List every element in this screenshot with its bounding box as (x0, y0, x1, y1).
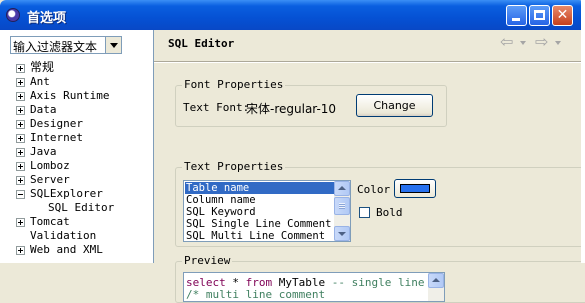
font-properties-group: Font Properties Text Font: 宋体-regular-10… (175, 78, 447, 127)
preview-legend: Preview (182, 254, 233, 267)
text-element-item[interactable]: Table name (185, 182, 334, 194)
eclipse-icon (6, 8, 20, 22)
collapse-minus-icon[interactable] (16, 190, 25, 199)
preview-scroll-up-icon[interactable] (428, 273, 444, 288)
preference-tree-panel: 输入过滤器文本 常规 Ant Axis Runtime Data Designer Int… (0, 30, 154, 263)
expand-plus-icon[interactable] (16, 64, 25, 73)
maximize-icon (534, 10, 545, 20)
page-title: SQL Editor (168, 37, 235, 50)
text-properties-legend: Text Properties (182, 160, 286, 173)
scroll-down-icon[interactable] (334, 226, 350, 241)
tree-item-label: Axis Runtime (30, 89, 110, 102)
title-bar[interactable]: 首选项 ✕ (0, 0, 585, 30)
tree-item-label: SQL Editor (48, 201, 115, 214)
preview-line-2: /* multi line comment (186, 288, 326, 301)
text-font-label: Text Font: (183, 101, 250, 114)
sql-text: * (225, 276, 246, 289)
tree-item-label: Web and XML (30, 243, 103, 256)
bold-label: Bold (376, 206, 403, 219)
back-dropdown-icon[interactable] (520, 41, 526, 45)
tree-item-label: Server (30, 173, 70, 186)
expand-plus-icon[interactable] (16, 176, 25, 185)
list-scrollbar[interactable] (334, 181, 350, 241)
sql-keyword: from (245, 276, 273, 289)
preview-line-1: select * from MyTable -- single line com (186, 276, 444, 289)
bold-checkbox[interactable] (359, 207, 370, 218)
color-label: Color (357, 183, 391, 196)
filter-input[interactable]: 输入过滤器文本 (10, 36, 122, 54)
tree-item-label: Lomboz (30, 159, 70, 172)
preference-page: SQL Editor ⇦ ⇨ Font Properties Text Font… (154, 30, 585, 303)
tree-item-label: Validation (30, 229, 97, 242)
close-icon: ✕ (556, 7, 569, 23)
change-font-button[interactable]: Change (356, 94, 433, 117)
tree-item-label: Tomcat (30, 215, 70, 228)
expand-plus-icon[interactable] (16, 134, 25, 143)
back-arrow-icon[interactable]: ⇦ (500, 34, 516, 50)
tree-item-label: SQLExplorer (30, 187, 103, 200)
preview-editor[interactable]: select * from MyTable -- single line com… (183, 272, 445, 302)
tree-item-label: Designer (30, 117, 83, 130)
text-element-item[interactable]: SQL Single Line Comment (185, 218, 334, 230)
window-border (581, 0, 585, 263)
tree-item-label: Ant (30, 75, 50, 88)
expand-plus-icon[interactable] (16, 92, 25, 101)
minimize-icon (512, 18, 520, 21)
text-element-item[interactable]: Column name (185, 194, 334, 206)
expand-plus-icon[interactable] (16, 162, 25, 171)
text-element-list[interactable]: SQL Multi Line Comment SQL Single Line Co… (183, 180, 351, 242)
filter-dropdown-button[interactable] (105, 37, 121, 53)
expand-plus-icon[interactable] (16, 78, 25, 87)
filter-input-text: 输入过滤器文本 (13, 40, 98, 54)
expand-plus-icon[interactable] (16, 246, 25, 255)
close-button[interactable]: ✕ (552, 5, 573, 26)
text-element-item[interactable]: SQL Multi Line Comment (185, 230, 334, 241)
header-divider (154, 61, 581, 63)
tree-item-label: Data (30, 103, 57, 116)
tree-item-label: Java (30, 145, 57, 158)
preview-group: Preview select * from MyTable -- single … (175, 254, 585, 303)
tree-item-label: Internet (30, 131, 83, 144)
color-swatch (400, 184, 430, 193)
expand-plus-icon[interactable] (16, 106, 25, 115)
expand-plus-icon[interactable] (16, 120, 25, 129)
minimize-button[interactable] (506, 5, 527, 26)
scroll-up-icon[interactable] (334, 181, 350, 196)
expand-plus-icon[interactable] (16, 148, 25, 157)
text-font-value: 宋体-regular-10 (246, 102, 337, 116)
tree-item-label: 常规 (30, 60, 55, 74)
preview-scrollbar[interactable] (428, 273, 444, 301)
font-properties-legend: Font Properties (182, 78, 286, 91)
forward-arrow-icon[interactable]: ⇨ (535, 34, 551, 50)
window-title: 首选项 (27, 11, 67, 26)
text-element-item[interactable]: SQL Keyword (185, 206, 334, 218)
maximize-button[interactable] (529, 5, 550, 26)
expand-plus-icon[interactable] (16, 218, 25, 227)
scroll-thumb[interactable] (334, 197, 350, 215)
sql-table-name: MyTable (272, 276, 332, 289)
sql-keyword: select (186, 276, 226, 289)
forward-dropdown-icon[interactable] (555, 41, 561, 45)
color-picker-button[interactable] (394, 179, 436, 198)
text-properties-group: Text Properties SQL Multi Line Comment SQ… (175, 160, 585, 247)
